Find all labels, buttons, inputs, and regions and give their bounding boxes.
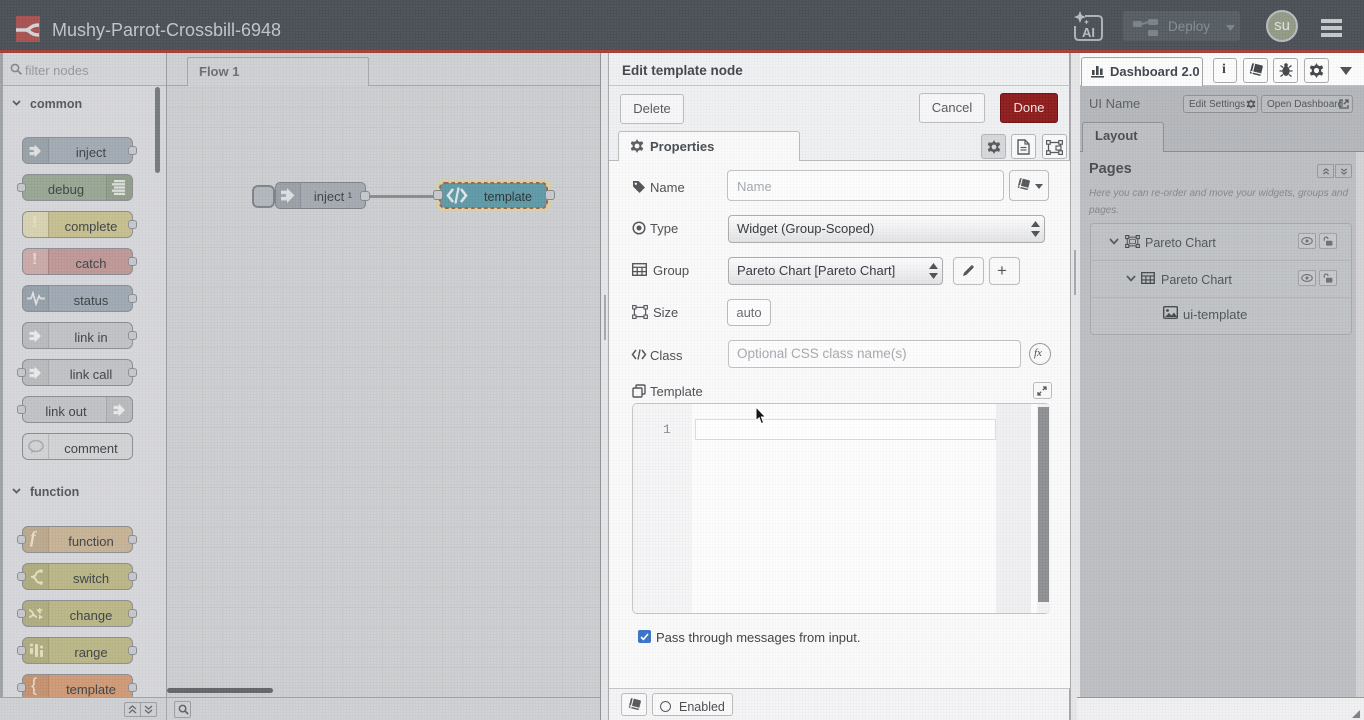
svg-text:AI: AI	[1082, 25, 1095, 40]
